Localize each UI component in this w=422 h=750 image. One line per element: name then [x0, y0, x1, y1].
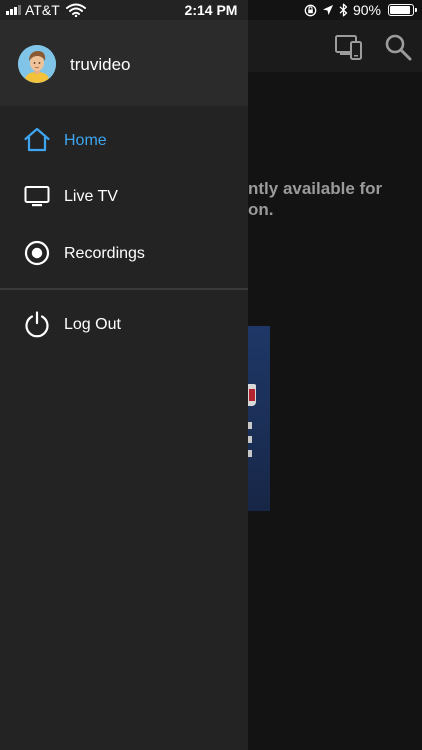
- battery-icon: [388, 4, 417, 16]
- battery-level: [390, 6, 410, 14]
- menu-item-label: Log Out: [64, 316, 121, 333]
- logo-shield: [248, 384, 256, 406]
- tv-icon: [24, 186, 50, 207]
- avatar[interactable]: [18, 45, 56, 83]
- avatar-icon: [18, 45, 56, 83]
- thumb-mark: [248, 436, 252, 443]
- devices-icon[interactable]: [334, 32, 364, 62]
- menu-item-recordings[interactable]: Recordings: [0, 232, 248, 276]
- menu-item-label: Live TV: [64, 188, 118, 205]
- content-message: ntly available for on.: [248, 179, 383, 219]
- orientation-lock-icon: [304, 4, 317, 16]
- menu-item-home[interactable]: Home: [0, 119, 248, 163]
- location-icon: [322, 5, 333, 15]
- menu-item-live-tv[interactable]: Live TV: [0, 175, 248, 219]
- menu-item-label: Home: [64, 132, 107, 149]
- bluetooth-icon: [339, 3, 348, 17]
- navigation-drawer: truvideo Home Live TV Recordings Log Out: [0, 0, 248, 750]
- menu-divider: [0, 288, 248, 290]
- username: truvideo: [70, 55, 131, 74]
- power-icon: [25, 311, 49, 338]
- search-icon[interactable]: [383, 32, 413, 62]
- drawer-header: truvideo: [0, 20, 248, 106]
- status-right-group: 90%: [304, 2, 417, 18]
- menu-item-log-out[interactable]: Log Out: [0, 303, 248, 347]
- battery-percent: 90%: [352, 2, 381, 18]
- record-icon: [24, 240, 50, 266]
- menu-item-label: Recordings: [64, 245, 145, 262]
- status-bar: AT&T 2:14 PM 90%: [0, 0, 422, 20]
- thumb-mark: [248, 422, 252, 429]
- content-thumbnail[interactable]: [248, 326, 270, 511]
- home-icon: [24, 127, 50, 152]
- thumb-mark: [248, 450, 252, 457]
